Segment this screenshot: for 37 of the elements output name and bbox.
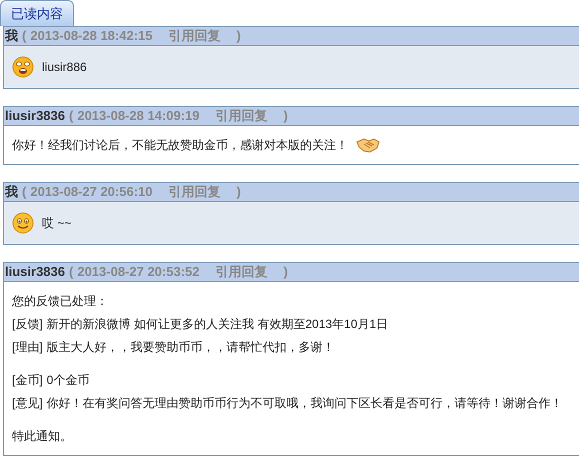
close-paren: ) <box>236 27 241 46</box>
author-name: 我 <box>5 183 18 202</box>
smiling-face-icon <box>12 212 34 234</box>
open-paren: ( <box>22 27 26 46</box>
author-name: 我 <box>5 27 18 46</box>
field-tag: [意见] <box>12 394 43 412</box>
message-text: 版主大人好，，我要赞助币币，，请帮忙代扣，多谢！ <box>46 339 335 356</box>
crying-face-icon <box>12 56 34 78</box>
open-paren: ( <box>22 183 26 202</box>
read-content-tab[interactable]: 已读内容 <box>0 0 74 26</box>
author-name: liusir3836 <box>5 263 65 282</box>
post-time: 2013-08-28 18:42:15 <box>30 27 152 46</box>
message-text: 新开的新浪微博 如何让更多的人关注我 有效期至2013年10月1日 <box>46 316 388 333</box>
close-paren: ) <box>284 263 288 282</box>
message-text: 特此通知。 <box>12 428 72 445</box>
quote-reply-link[interactable]: 引用回复 <box>216 262 268 282</box>
message-text: 你好！在有奖问答无理由赞助币币行为不可取哦，我询问下区长看是否可行，请等待！谢谢合作！ <box>46 395 563 412</box>
quote-reply-link[interactable]: 引用回复 <box>216 106 268 126</box>
message-text: 0个金币 <box>46 372 90 389</box>
message-text: liusir886 <box>42 59 87 76</box>
field-tag: [金币] <box>12 371 43 389</box>
message-text: 哎 ~~ <box>42 215 72 232</box>
quote-reply-link[interactable]: 引用回复 <box>168 182 220 202</box>
close-paren: ) <box>236 183 241 202</box>
quote-reply-link[interactable]: 引用回复 <box>168 26 220 46</box>
post-time: 2013-08-27 20:56:10 <box>30 183 152 202</box>
post-time: 2013-08-27 20:53:52 <box>77 263 200 282</box>
open-paren: ( <box>69 263 74 282</box>
message-text: 您的反馈已处理： <box>12 293 108 310</box>
open-paren: ( <box>69 107 74 126</box>
post-time: 2013-08-28 14:09:19 <box>77 107 200 126</box>
field-tag: [理由] <box>12 338 43 356</box>
author-name: liusir3836 <box>5 107 65 126</box>
message-text: 你好！经我们讨论后，不能无故赞助金币，感谢对本版的关注！ <box>12 137 348 154</box>
handshake-icon <box>356 136 380 154</box>
close-paren: ) <box>284 107 288 126</box>
field-tag: [反馈] <box>12 315 43 333</box>
